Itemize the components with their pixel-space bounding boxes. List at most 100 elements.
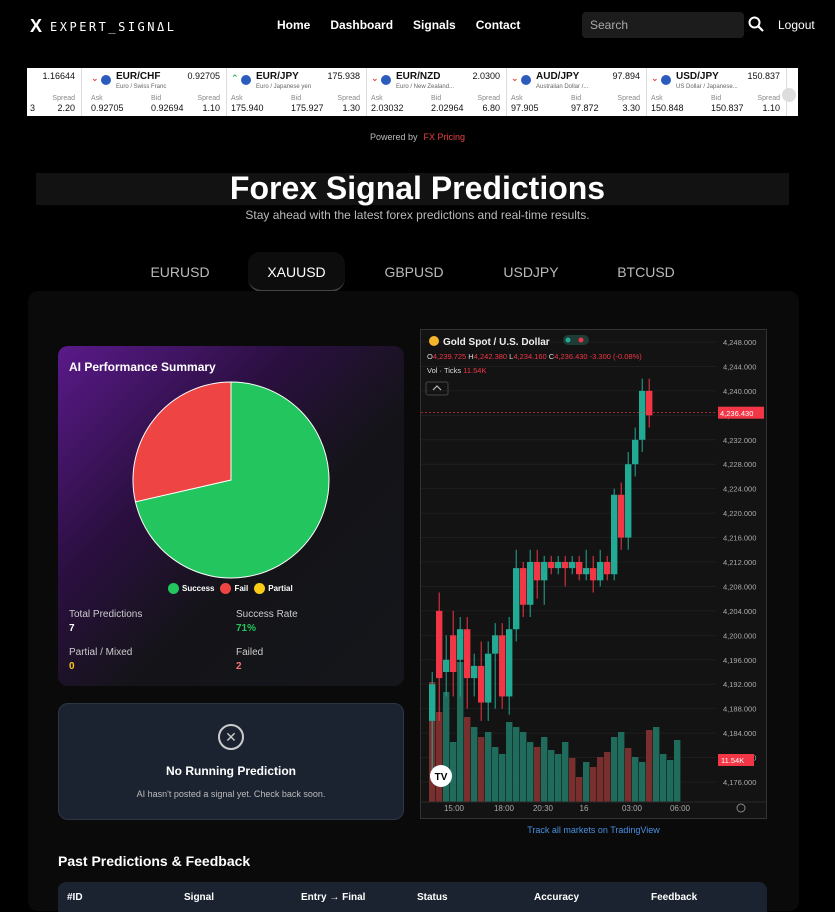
candle-body[interactable] (471, 665, 478, 679)
candle-body[interactable] (429, 684, 436, 721)
tab-xauusd[interactable]: XAUUSD (248, 252, 345, 292)
candle-body[interactable] (513, 568, 520, 630)
candle-body[interactable] (443, 659, 450, 672)
nav-link-dashboard[interactable]: Dashboard (330, 18, 393, 32)
chart-symbol[interactable]: Gold Spot / U.S. Dollar (443, 337, 550, 348)
spread-label: Spread (477, 95, 500, 102)
ticker-item[interactable]: ⌄ USD/JPY US Dollar / Japanese... 150.837 As… (647, 68, 787, 116)
col-feedback[interactable]: Feedback (651, 892, 697, 903)
settings-icon[interactable] (736, 803, 746, 813)
candle-body[interactable] (548, 562, 555, 569)
candle-body[interactable] (639, 390, 646, 440)
col-accuracy[interactable]: Accuracy (534, 892, 579, 903)
failed-label: Failed (236, 647, 264, 658)
candle-body[interactable] (611, 494, 618, 575)
candle-body[interactable] (632, 439, 639, 465)
candle-body[interactable] (625, 464, 632, 538)
tab-eurusd[interactable]: EURUSD (141, 252, 219, 292)
chevron-up-icon (432, 385, 442, 391)
candle-body[interactable] (590, 568, 597, 581)
candle-body[interactable] (597, 562, 604, 581)
col-entry-final[interactable]: Entry → Final (301, 892, 365, 903)
ticker-scroll-icon[interactable] (782, 88, 796, 102)
volume-bar (632, 757, 639, 802)
ticker-price: 97.894 (612, 71, 640, 81)
nav-link-home[interactable]: Home (277, 18, 310, 32)
nav-links: Home Dashboard Signals Contact (277, 18, 520, 32)
candle-body[interactable] (485, 653, 492, 703)
brand-logo[interactable]: X EXPERT_SIGNΔL (30, 16, 176, 37)
ticker-desc: Australian Dollar /... (536, 84, 589, 90)
volume-bar (555, 754, 562, 802)
candle-body[interactable] (646, 390, 653, 416)
logo-mark-icon: X (30, 16, 43, 36)
candle-body[interactable] (520, 568, 527, 605)
candle-body[interactable] (499, 635, 506, 697)
volume-bar (646, 730, 653, 802)
success-rate-value: 71% (236, 623, 257, 634)
ticker-price: 1.16644 (42, 71, 75, 81)
candle-body[interactable] (478, 665, 485, 703)
candlestick-chart[interactable]: 4,248.0004,244.0004,240.0004,236.0004,23… (421, 330, 766, 818)
powered-brand-link[interactable]: FX Pricing (424, 132, 466, 142)
y-axis-tick: 4,216.000 (723, 534, 756, 543)
nav-link-signals[interactable]: Signals (413, 18, 456, 32)
search-icon[interactable] (748, 16, 764, 32)
candle-body[interactable] (527, 562, 534, 605)
ask-value: 2.03032 (371, 103, 404, 113)
price-ticker[interactable]: ⌄ USD/JPY US Dollar / Japanese... 150.837 As… (27, 68, 798, 116)
volume-bar (569, 758, 576, 802)
volume-bar (499, 754, 506, 802)
candle-body[interactable] (576, 562, 583, 575)
spread-value: 1.10 (202, 103, 220, 113)
candle-body[interactable] (457, 629, 464, 660)
candle-body[interactable] (506, 629, 513, 697)
candle-body[interactable] (464, 629, 471, 679)
candle-body[interactable] (436, 610, 443, 679)
ticker-price: 175.938 (327, 71, 360, 81)
legend-fail[interactable]: Fail (220, 583, 248, 594)
spread-label: Spread (337, 95, 360, 102)
volume-bar (653, 727, 660, 802)
tab-btcusd[interactable]: BTCUSD (607, 252, 685, 292)
tab-usdjpy[interactable]: USDJPY (492, 252, 570, 292)
ticker-item[interactable]: ⌃ EUR/JPY Euro / Japanese yen 175.938 Ask Bid… (227, 68, 367, 116)
candle-body[interactable] (541, 562, 548, 581)
col-id[interactable]: #ID (67, 892, 83, 903)
search-input[interactable] (582, 12, 744, 38)
candle-body[interactable] (562, 562, 569, 569)
candle-body[interactable] (604, 562, 611, 575)
candle-body[interactable] (534, 562, 541, 581)
ticker-item[interactable]: 1.16644 Spread 3 2.20 (27, 68, 82, 116)
legend-success[interactable]: Success (168, 583, 214, 594)
down-arrow-icon: ⌄ (91, 73, 99, 83)
ticker-pair: EUR/CHF (116, 71, 161, 82)
last-price-label: 4,236.430 (720, 409, 753, 418)
candle-body[interactable] (555, 562, 562, 569)
candle-body[interactable] (450, 635, 457, 672)
legend-partial[interactable]: Partial (254, 583, 293, 594)
volume-bar (520, 732, 527, 802)
candle-body[interactable] (492, 635, 499, 654)
volume-bar (674, 740, 681, 802)
collapse-button[interactable] (425, 381, 449, 396)
y-axis-tick: 4,192.000 (723, 680, 756, 689)
col-signal[interactable]: Signal (184, 892, 214, 903)
tradingview-link[interactable]: Track all markets on TradingView (420, 825, 767, 835)
ticker-item[interactable]: ⌄ EUR/NZD Euro / New Zealand... 2.0300 Ask Bi… (367, 68, 507, 116)
col-status[interactable]: Status (417, 892, 448, 903)
ticker-item[interactable]: ⌄ EUR/CHF Euro / Swiss Franc 0.92705 Ask Bid S… (87, 68, 227, 116)
tradingview-chart[interactable]: 4,248.0004,244.0004,240.0004,236.0004,23… (420, 329, 767, 819)
pie-slice-fail[interactable] (132, 381, 232, 503)
candle-body[interactable] (583, 568, 590, 575)
bid-value: 97.872 (571, 103, 599, 113)
candle-body[interactable] (618, 494, 625, 538)
ask-value: 0.92705 (91, 103, 124, 113)
ticker-item[interactable]: ⌄ AUD/JPY Australian Dollar /... 97.894 Ask B… (507, 68, 647, 116)
tab-gbpusd[interactable]: GBPUSD (375, 252, 453, 292)
candle-body[interactable] (569, 562, 576, 569)
down-arrow-icon: ⌄ (371, 73, 379, 83)
nav-link-contact[interactable]: Contact (476, 18, 521, 32)
legend-partial-label: Partial (268, 584, 293, 593)
logout-link[interactable]: Logout (778, 18, 815, 32)
